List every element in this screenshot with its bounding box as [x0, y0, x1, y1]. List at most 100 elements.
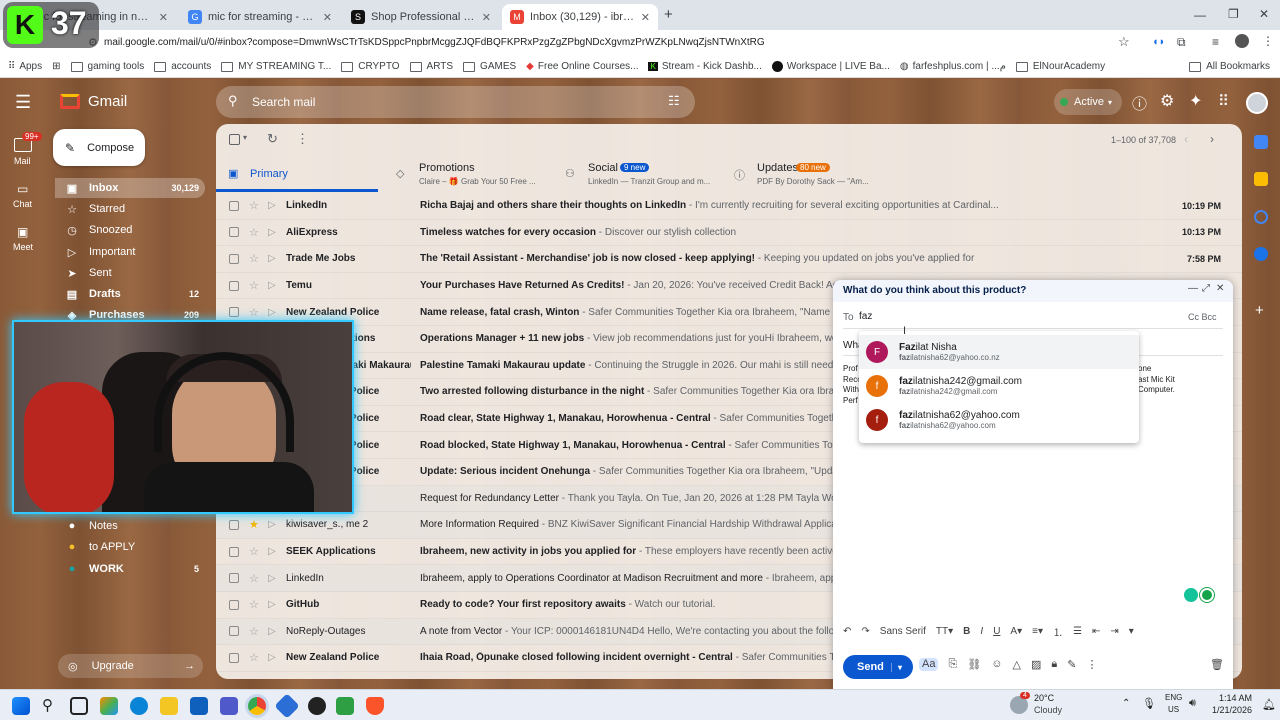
nav-drafts[interactable]: ▤ Drafts 12 [55, 284, 205, 304]
url-bar[interactable]: mail.google.com/mail/u/0/#inbox?compose=… [104, 37, 1104, 48]
italic-icon[interactable]: I [980, 626, 983, 637]
star-icon[interactable]: ☆ [249, 651, 259, 664]
help-icon[interactable]: ⓘ [1132, 93, 1147, 114]
clock-time[interactable]: 1:14 AM [1208, 693, 1252, 703]
taskbar-search-icon[interactable]: ⚲ [42, 696, 53, 714]
suggestion-item[interactable]: f fazilatnisha242@gmail.com fazilatnisha… [859, 369, 1139, 403]
send-button[interactable]: Send ▾ [843, 655, 913, 679]
important-marker-icon[interactable]: ▷ [268, 519, 276, 530]
tasks-icon[interactable] [1254, 210, 1268, 224]
bookmark-folder[interactable]: gaming tools [70, 61, 144, 72]
obs-icon[interactable] [308, 697, 326, 715]
row-checkbox[interactable] [229, 626, 239, 637]
attach-icon[interactable]: ⎘ [948, 658, 957, 671]
important-marker-icon[interactable]: ▷ [268, 573, 276, 584]
font-size-icon[interactable]: TT▾ [936, 626, 953, 637]
close-icon[interactable]: ✕ [159, 11, 168, 24]
language-indicator[interactable]: ENG [1165, 693, 1182, 702]
bookmark-folder[interactable]: GAMES [463, 61, 516, 72]
restore-window-button[interactable]: ❐ [1228, 7, 1239, 21]
align-icon[interactable]: ≡▾ [1032, 626, 1043, 637]
tray-chevron-up-icon[interactable]: ⌃ [1122, 698, 1130, 709]
suggestion-item[interactable]: f fazilatnisha62@yahoo.com fazilatnisha6… [859, 403, 1139, 437]
bullet-list-icon[interactable]: ☰ [1073, 626, 1082, 637]
bookmark-apps[interactable]: ⠿ Apps [8, 61, 42, 72]
close-window-button[interactable]: ✕ [1259, 7, 1269, 21]
refresh-icon[interactable]: ↻ [267, 131, 278, 147]
mic-icon[interactable]: 🎙︎ [1142, 697, 1156, 710]
search-filter-icon[interactable]: ☷ [668, 93, 680, 109]
star-icon[interactable]: ☆ [249, 279, 259, 292]
row-checkbox[interactable] [229, 227, 239, 238]
lock-icon[interactable]: 🔒︎ [1051, 658, 1057, 671]
search-input[interactable]: Search mail [252, 95, 315, 109]
minimize-icon[interactable]: — [1188, 283, 1198, 294]
nav-important[interactable]: ▷ Important [55, 242, 205, 262]
puzzle-icon[interactable]: ⧉ [1177, 35, 1186, 50]
menu-kebab-icon[interactable]: ⋮ [1262, 34, 1274, 48]
tab-promotions[interactable]: ◇ Promotions Claire – 🎁 Grab Your 50 Fre… [392, 158, 554, 192]
drive-icon[interactable]: △ [1012, 658, 1020, 671]
status-active-button[interactable]: Active ▾ [1054, 89, 1122, 115]
email-row[interactable]: ☆ ▷ AliExpress Timeless watches for every o… [216, 220, 1242, 247]
app-icon[interactable] [336, 697, 354, 715]
row-checkbox[interactable] [229, 200, 239, 211]
close-icon[interactable]: ✕ [1216, 283, 1224, 294]
important-marker-icon[interactable]: ▷ [268, 546, 276, 557]
emoji-icon[interactable]: ☺ [991, 658, 1002, 671]
contacts-icon[interactable] [1254, 247, 1268, 261]
important-marker-icon[interactable]: ▷ [268, 626, 276, 637]
volume-icon[interactable]: 🔊︎ [1189, 697, 1196, 710]
nav-starred[interactable]: ☆ Starred [55, 199, 205, 219]
tab-primary[interactable]: ▣ Primary [216, 158, 378, 192]
tab-updates[interactable]: ⓘ Updates 80 new PDF By Dorothy Sack — "… [730, 158, 892, 192]
account-avatar[interactable] [1246, 92, 1268, 114]
numbered-list-icon[interactable]: ⒈ [1053, 624, 1063, 639]
calendar-icon[interactable] [1254, 135, 1268, 149]
bookmark-folder[interactable]: accounts [154, 61, 211, 72]
star-icon[interactable]: ☆ [249, 625, 259, 638]
star-icon[interactable]: ☆ [249, 199, 259, 212]
discard-draft-icon[interactable]: 🗑︎ [1210, 658, 1224, 671]
star-icon[interactable]: ☆ [249, 252, 259, 265]
bookmark-folder[interactable]: CRYPTO [341, 61, 400, 72]
send-options-icon[interactable]: ▾ [891, 662, 902, 672]
search-bar[interactable]: ⚲ Search mail ☷ [216, 86, 695, 118]
media-control-icon[interactable]: ≡ [1212, 35, 1219, 49]
email-row[interactable]: ☆ ▷ Trade Me Jobs The 'Retail Assistant - M… [216, 246, 1242, 273]
grammarly-icon[interactable] [1184, 588, 1198, 602]
row-checkbox[interactable] [229, 253, 239, 264]
all-bookmarks[interactable]: All Bookmarks [1189, 61, 1270, 72]
row-checkbox[interactable] [229, 307, 239, 318]
bookmark-folder[interactable]: MY STREAMING T... [221, 61, 331, 72]
important-marker-icon[interactable]: ▷ [268, 280, 276, 291]
important-marker-icon[interactable]: ▷ [268, 652, 276, 663]
copilot-icon[interactable] [100, 697, 118, 715]
brave-icon[interactable] [366, 697, 384, 715]
label-to-apply[interactable]: ● to APPLY [55, 537, 205, 557]
email-row[interactable]: ☆ ▷ LinkedIn Richa Bajaj and others share t… [216, 193, 1242, 220]
bookmark-link[interactable]: ◍ farfeshplus.com | ...م [900, 61, 1006, 72]
profile-avatar[interactable] [1235, 34, 1249, 48]
clock-date[interactable]: 1/21/2026 [1200, 705, 1252, 715]
bookmark-star-icon[interactable]: ☆ [1118, 34, 1130, 50]
nav-snoozed[interactable]: ◷ Snoozed [55, 220, 205, 240]
browser-tab[interactable]: G mic for streaming - Google Sea ✕ [180, 4, 340, 30]
to-input[interactable]: faz [859, 311, 1159, 322]
store-icon[interactable] [190, 697, 208, 715]
chat-icon[interactable]: ▭ [17, 182, 28, 196]
compose-body-right[interactable]: one ast Mic Kit Computer. [1138, 364, 1175, 396]
indent-more-icon[interactable]: ⇥ [1110, 626, 1118, 637]
close-icon[interactable]: ✕ [482, 11, 491, 24]
teams-icon[interactable] [220, 697, 238, 715]
windows-start-icon[interactable] [12, 697, 30, 715]
compose-button[interactable]: ✎ Compose [53, 129, 145, 166]
main-menu-icon[interactable]: ☰ [15, 92, 31, 113]
new-tab-button[interactable]: + [664, 6, 673, 23]
settings-gear-icon[interactable]: ⚙ [1160, 91, 1174, 111]
label-work[interactable]: ● WORK 5 [55, 559, 205, 579]
star-icon[interactable]: ☆ [249, 572, 259, 585]
meet-video-icon[interactable]: ▣ [17, 225, 28, 239]
undo-icon[interactable]: ↶ [843, 626, 851, 637]
star-icon[interactable]: ★ [249, 518, 259, 531]
